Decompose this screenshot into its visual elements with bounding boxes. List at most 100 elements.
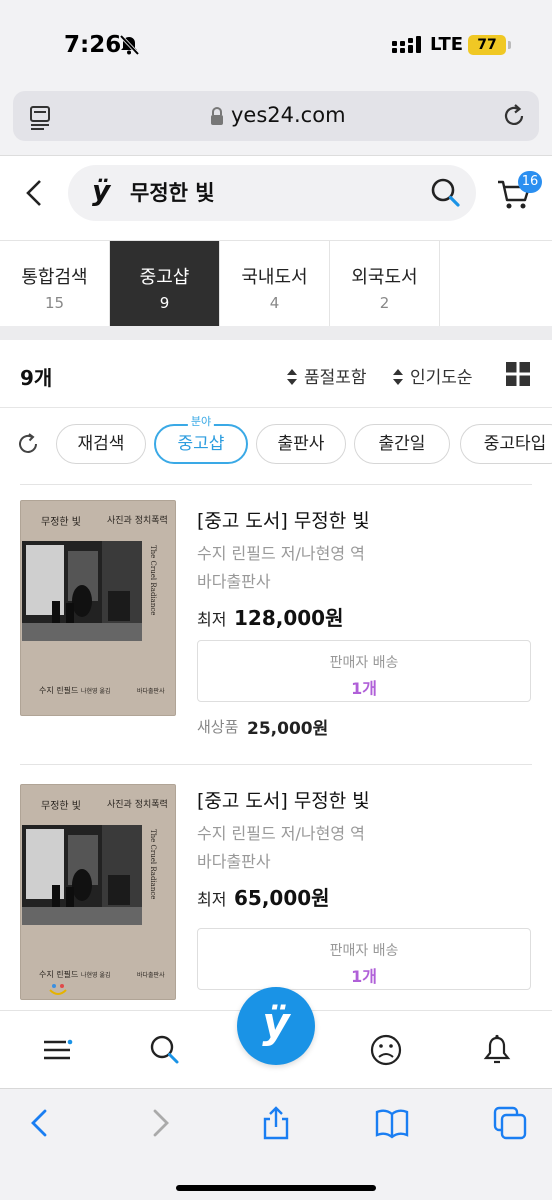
result-count: 9개	[20, 366, 53, 390]
brand-logo: ÿ	[92, 174, 111, 207]
cover-author: 수지 린필드	[39, 970, 79, 979]
signal-icon	[392, 36, 421, 53]
book-cover[interactable]: 무정한 빛 사진과 정치폭력 The Cruel Radiance 수지 린필드…	[20, 500, 176, 716]
carrier-label: LTE	[430, 34, 464, 55]
bottom-nav: ÿ	[0, 987, 552, 1088]
bell-slash-icon	[119, 34, 140, 56]
tab-count: 9	[159, 294, 170, 312]
cover-photo-image	[22, 541, 142, 641]
refresh-icon[interactable]	[16, 432, 40, 456]
seller-label: 판매자 배송	[329, 655, 399, 671]
product-title[interactable]: [중고 도서] 무정한 빛	[197, 786, 370, 813]
seller-shipping-box[interactable]: 판매자 배송 1개	[197, 928, 531, 990]
status-time: 7:26	[64, 32, 122, 58]
cover-photo-image	[22, 825, 142, 925]
tab-foreign-books[interactable]: 외국도서 2	[330, 241, 440, 327]
tab-label: 중고샵	[139, 267, 190, 288]
yes24-home-icon[interactable]: ÿ	[237, 987, 315, 1065]
battery-indicator: 77	[468, 35, 506, 55]
forward-arrow-icon[interactable]	[142, 1105, 178, 1141]
tab-count: 15	[44, 294, 65, 312]
cover-publisher: 바다출판사	[137, 972, 165, 979]
url-text[interactable]: yes24.com	[231, 103, 346, 127]
product-author: 수지 린필드 저/나현영 역	[197, 544, 365, 563]
cover-title: 무정한 빛	[41, 801, 81, 812]
seller-label: 판매자 배송	[329, 943, 399, 959]
result-bar: 9개 품절포함 인기도순	[0, 340, 552, 408]
chip-used-type[interactable]: 중고타입	[460, 424, 552, 464]
price-label: 최저	[197, 890, 227, 909]
cover-side-title: The Cruel Radiance	[149, 829, 157, 900]
cart-badge: 16	[518, 171, 542, 193]
grid-icon[interactable]	[506, 362, 530, 386]
chip-category-tag: 분야	[187, 415, 215, 429]
back-arrow-icon[interactable]	[22, 1105, 58, 1141]
book-cover[interactable]: 무정한 빛 사진과 정치폭력 The Cruel Radiance 수지 린필드…	[20, 784, 176, 1000]
chip-pub-date[interactable]: 출간일	[354, 424, 450, 464]
tab-label: 외국도서	[351, 267, 418, 288]
share-icon[interactable]	[258, 1105, 294, 1141]
section-divider	[0, 326, 552, 340]
filter-bar: 재검색 분야 중고샵 출판사 출간일 중고타입	[0, 408, 552, 484]
home-indicator	[176, 1185, 376, 1191]
product-publisher: 바다출판사	[197, 572, 271, 591]
search-icon[interactable]	[430, 177, 462, 209]
app-header: ÿ 16	[0, 156, 552, 230]
cover-publisher: 바다출판사	[137, 688, 165, 695]
product-price: 128,000원	[234, 606, 344, 630]
chip-publisher[interactable]: 출판사	[256, 424, 346, 464]
cover-side-title: The Cruel Radiance	[149, 545, 157, 616]
bell-icon[interactable]	[480, 1033, 514, 1067]
tab-label: 통합검색	[21, 267, 88, 288]
menu-icon[interactable]	[40, 1033, 74, 1067]
tabs-icon[interactable]	[492, 1105, 528, 1141]
product-title[interactable]: [중고 도서] 무정한 빛	[197, 506, 370, 533]
seller-shipping-box[interactable]: 판매자 배송 1개	[197, 640, 531, 702]
divider	[20, 484, 532, 485]
tab-used-shop[interactable]: 중고샵 9	[110, 241, 220, 327]
reader-icon[interactable]	[28, 104, 54, 130]
search-input[interactable]	[130, 180, 410, 204]
battery-tip	[508, 41, 511, 49]
seller-count: 1개	[351, 967, 377, 986]
back-icon[interactable]	[22, 178, 48, 208]
sort-updown-icon	[287, 369, 297, 385]
tab-count: 2	[379, 294, 390, 312]
product-author: 수지 린필드 저/나현영 역	[197, 824, 365, 843]
chip-used-shop[interactable]: 분야 중고샵	[154, 415, 248, 464]
tab-count: 4	[269, 294, 280, 312]
divider	[20, 764, 532, 765]
popularity-sort[interactable]: 인기도순	[392, 363, 473, 388]
search-box[interactable]: ÿ	[68, 165, 476, 221]
product-price: 65,000원	[234, 886, 330, 910]
smile-icon	[49, 984, 67, 995]
new-price: 25,000원	[247, 719, 329, 739]
bookmarks-icon[interactable]	[374, 1105, 410, 1141]
home-brand-mark: ÿ	[262, 998, 290, 1047]
chip-research[interactable]: 재검색	[56, 424, 146, 464]
product-card[interactable]: 무정한 빛 사진과 정치폭력 The Cruel Radiance 수지 린필드…	[0, 764, 552, 1010]
sort-label: 인기도순	[410, 368, 473, 388]
chip-label: 중고샵	[177, 434, 225, 454]
cover-translator: 나현영 옮김	[81, 972, 111, 979]
product-publisher: 바다출판사	[197, 852, 271, 871]
sort-label: 품절포함	[304, 368, 367, 388]
reload-icon[interactable]	[501, 103, 527, 129]
include-sold-out-toggle[interactable]: 품절포함	[286, 363, 367, 388]
address-bar[interactable]: yes24.com	[13, 91, 539, 141]
safari-toolbar	[0, 1088, 552, 1200]
cover-subtitle: 사진과 정치폭력	[107, 800, 168, 810]
status-bar: 7:26 LTE 77	[0, 0, 552, 80]
price-label: 최저	[197, 610, 227, 629]
product-card[interactable]: 무정한 빛 사진과 정치폭력 The Cruel Radiance 수지 린필드…	[0, 484, 552, 764]
new-price-label: 새상품	[197, 718, 239, 736]
tab-label: 국내도서	[241, 267, 308, 288]
search-tabs: 통합검색 15 중고샵 9 국내도서 4 외국도서 2	[0, 240, 552, 327]
lock-icon	[211, 106, 223, 125]
tab-integrated[interactable]: 통합검색 15	[0, 241, 110, 327]
cover-title: 무정한 빛	[41, 517, 81, 528]
tab-domestic-books[interactable]: 국내도서 4	[220, 241, 330, 327]
search-icon[interactable]	[148, 1033, 182, 1067]
seller-count: 1개	[351, 679, 377, 698]
profile-icon[interactable]	[369, 1033, 403, 1067]
